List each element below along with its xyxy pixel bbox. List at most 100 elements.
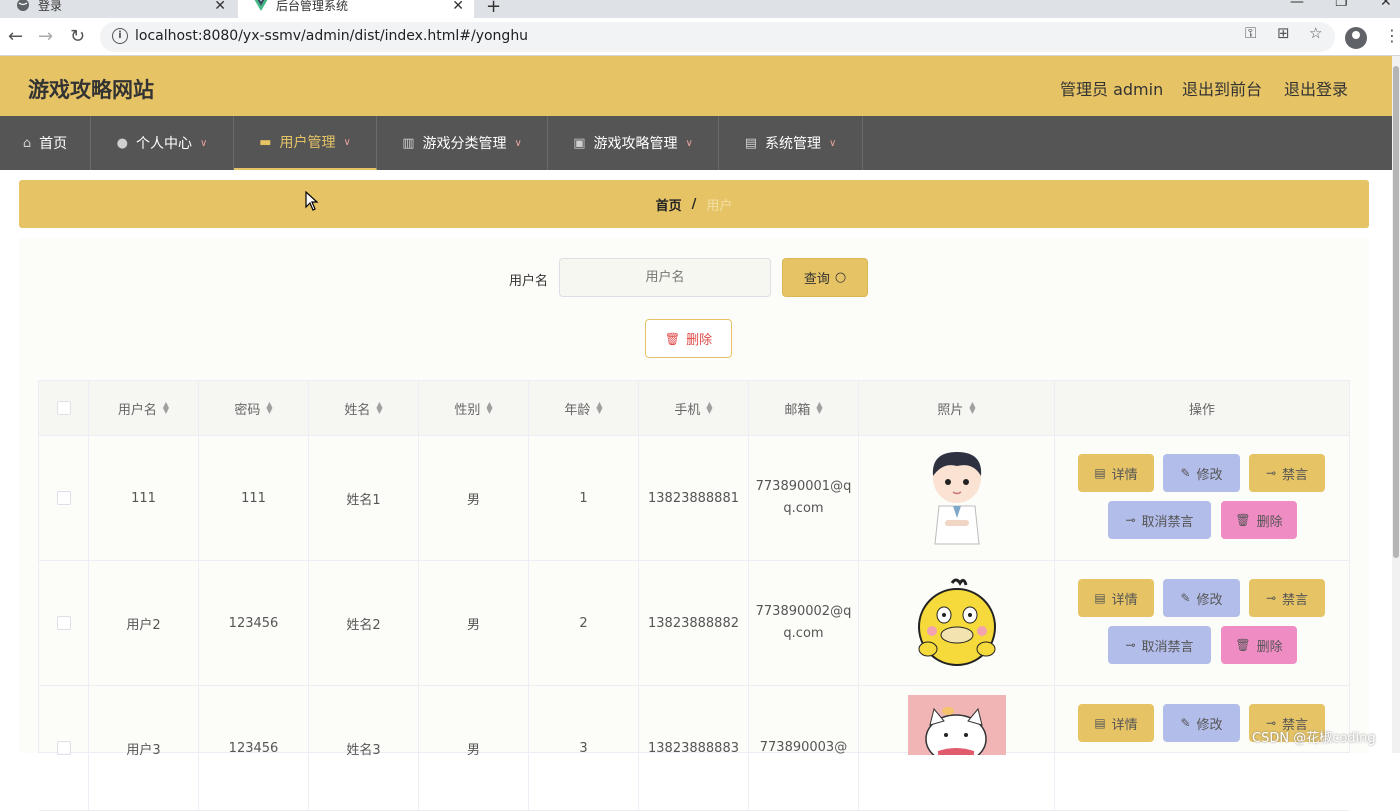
nav-home[interactable]: ⌂ 首页 — [0, 116, 91, 170]
nav-label: 个人中心 — [136, 136, 192, 152]
window-close-icon[interactable]: ✕ — [1380, 0, 1392, 10]
reload-icon[interactable]: ↻ — [70, 26, 85, 47]
search-icon: ○ — [834, 270, 847, 285]
column-header-email[interactable]: 邮箱 ▲ ▼ — [749, 381, 859, 436]
cell-name: 姓名1 — [309, 436, 419, 561]
column-label: 用户名 — [117, 402, 157, 418]
sort-icon[interactable]: ▲ ▼ — [706, 401, 712, 415]
column-header-age[interactable]: 年龄 ▲ ▼ — [529, 381, 639, 436]
mouse-cursor-icon — [305, 191, 319, 211]
detail-button[interactable]: ▤ 详情 — [1078, 704, 1154, 742]
trash-icon: 🗑 — [1235, 638, 1251, 652]
back-icon[interactable]: ← — [8, 26, 23, 47]
cell-photo — [859, 561, 1055, 686]
nav-game-guide-management[interactable]: ▣ 游戏攻略管理 ∨ — [548, 116, 719, 170]
exit-to-front-link[interactable]: 退出到前台 — [1182, 76, 1262, 100]
users-table: 用户名 ▲ ▼ 密码 ▲ ▼ 姓名 ▲ ▼ 性别 ▲ ▼ 年龄 ▲ ▼ 手机 ▲ ▼ 邮箱 ▲ ▼ 照片 ▲ ▼… — [38, 380, 1350, 811]
nav-personal-center[interactable]: ● 个人中心 ∨ — [91, 116, 234, 170]
close-icon[interactable]: ✕ — [214, 0, 226, 14]
close-icon[interactable]: ✕ — [452, 0, 464, 14]
button-label: 取消禁言 — [1141, 639, 1194, 655]
user-icon: ● — [116, 135, 128, 151]
vue-logo-icon — [254, 0, 268, 16]
edit-button[interactable]: ✎ 修改 — [1163, 579, 1240, 617]
column-header-name[interactable]: 姓名 ▲ ▼ — [309, 381, 419, 436]
briefcase-icon: ▬ — [259, 134, 272, 150]
delete-button[interactable]: 🗑 删除 — [1221, 501, 1297, 539]
cell-email: 773890003@ — [749, 686, 859, 811]
bulk-delete-button[interactable]: 🗑 删除 — [645, 319, 732, 358]
unban-button[interactable]: ⊸ 取消禁言 — [1108, 626, 1211, 664]
new-tab-icon[interactable]: + — [486, 0, 501, 17]
button-label: 修改 — [1196, 467, 1223, 483]
white-cat-image[interactable] — [907, 695, 1006, 755]
column-label: 手机 — [674, 402, 701, 418]
cell-age: 3 — [529, 686, 639, 811]
sort-icon[interactable]: ▲ ▼ — [816, 401, 822, 415]
profile-avatar-icon[interactable] — [1345, 27, 1367, 49]
detail-button[interactable]: ▤ 详情 — [1078, 579, 1154, 617]
boy-avatar-image[interactable] — [925, 448, 989, 548]
forward-icon[interactable]: → — [38, 26, 53, 47]
nav-system-management[interactable]: ▤ 系统管理 ∨ — [719, 116, 863, 170]
sort-icon[interactable]: ▲ ▼ — [486, 401, 492, 415]
app-header: 游戏攻略网站 管理员 admin 退出到前台 退出登录 — [0, 56, 1392, 116]
key-icon[interactable]: ⚿ — [1245, 24, 1256, 42]
sort-icon[interactable]: ▲ ▼ — [969, 401, 975, 415]
minimize-icon[interactable]: — — [1290, 0, 1304, 10]
clipboard-icon: ▣ — [573, 135, 586, 151]
url-field[interactable]: i localhost:8080/yx-ssmv/admin/dist/inde… — [100, 22, 1335, 52]
breadcrumb-current: 用户 — [706, 198, 733, 214]
delete-button[interactable]: 🗑 删除 — [1221, 626, 1297, 664]
column-label: 姓名 — [344, 402, 371, 418]
cell-password: 123456 — [199, 561, 309, 686]
globe-icon — [16, 0, 30, 16]
yellow-duck-image[interactable] — [916, 577, 998, 669]
info-icon[interactable]: i — [112, 28, 128, 44]
username-search-input[interactable] — [559, 258, 771, 297]
nav-game-category-management[interactable]: ▥ 游戏分类管理 ∨ — [377, 116, 548, 170]
sort-icon[interactable]: ▲ ▼ — [163, 401, 169, 415]
cell-password: 111 — [199, 436, 309, 561]
search-button[interactable]: 查询 ○ — [782, 258, 868, 297]
ban-button[interactable]: ⊸ 禁言 — [1249, 454, 1325, 492]
button-label: 取消禁言 — [1141, 514, 1194, 530]
edit-button[interactable]: ✎ 修改 — [1163, 704, 1240, 742]
sort-icon[interactable]: ▲ ▼ — [596, 401, 602, 415]
row-checkbox[interactable] — [56, 491, 71, 505]
column-header-photo[interactable]: 照片 ▲ ▼ — [859, 381, 1055, 436]
button-label: 禁言 — [1282, 467, 1309, 483]
home-icon: ⌂ — [22, 135, 32, 151]
select-all-checkbox[interactable] — [56, 401, 71, 415]
browser-tab-login[interactable]: 登录 ✕ — [0, 0, 236, 18]
column-header-gender[interactable]: 性别 ▲ ▼ — [419, 381, 529, 436]
sort-icon[interactable]: ▲ ▼ — [266, 401, 272, 415]
unban-button[interactable]: ⊸ 取消禁言 — [1108, 501, 1211, 539]
row-select-cell — [39, 686, 89, 811]
restore-icon[interactable]: ❐ — [1335, 0, 1348, 10]
sort-icon[interactable]: ▲ ▼ — [376, 401, 382, 415]
star-icon[interactable]: ☆ — [1309, 24, 1322, 42]
edit-button[interactable]: ✎ 修改 — [1163, 454, 1240, 492]
nav-label: 用户管理 — [279, 135, 336, 151]
row-checkbox[interactable] — [56, 616, 71, 630]
tab-title: 登录 — [38, 0, 63, 13]
browser-tab-admin[interactable]: 后台管理系统 ✕ — [238, 0, 474, 18]
translate-icon[interactable]: ⊞ — [1277, 24, 1290, 42]
logout-link[interactable]: 退出登录 — [1284, 76, 1348, 100]
trash-icon: 🗑 — [664, 331, 681, 346]
scrollbar-thumb[interactable] — [1393, 66, 1399, 558]
button-label: 禁言 — [1282, 592, 1309, 608]
ban-button[interactable]: ⊸ 禁言 — [1249, 579, 1325, 617]
menu-kebab-icon[interactable]: ⋮ — [1384, 26, 1400, 45]
cell-phone: 13823888881 — [639, 436, 749, 561]
button-label: 详情 — [1111, 467, 1138, 483]
breadcrumb-home[interactable]: 首页 — [656, 195, 682, 214]
chevron-down-icon: ∨ — [343, 136, 351, 148]
detail-button[interactable]: ▤ 详情 — [1078, 454, 1154, 492]
column-header-phone[interactable]: 手机 ▲ ▼ — [639, 381, 749, 436]
url-text[interactable]: localhost:8080/yx-ssmv/admin/dist/index.… — [135, 28, 528, 44]
column-header-username[interactable]: 用户名 ▲ ▼ — [89, 381, 199, 436]
nav-user-management[interactable]: ▬ 用户管理 ∨ — [234, 116, 377, 170]
column-header-password[interactable]: 密码 ▲ ▼ — [199, 381, 309, 436]
